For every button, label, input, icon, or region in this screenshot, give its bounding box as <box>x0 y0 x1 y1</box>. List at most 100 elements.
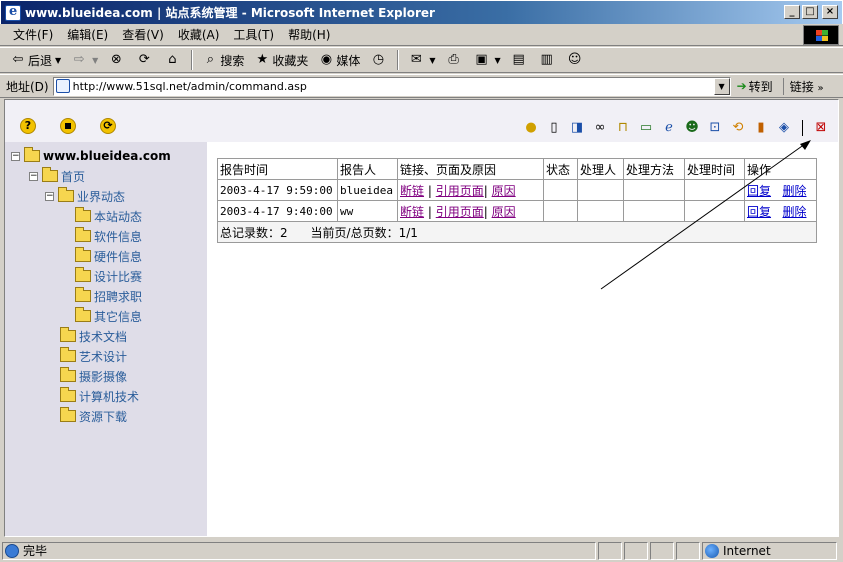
tree-item[interactable]: 其它信息 <box>75 306 142 326</box>
stop-icon[interactable] <box>60 118 76 134</box>
tree-item[interactable]: 艺术设计 <box>60 346 127 366</box>
media-button[interactable]: ◉ 媒体 <box>314 49 364 71</box>
bulb-icon[interactable]: ● <box>522 119 540 136</box>
menu-view[interactable]: 查看(V) <box>115 25 171 45</box>
edit-button[interactable]: ▣ ▼ <box>470 49 505 71</box>
tree-item[interactable]: 计算机技术 <box>60 386 139 406</box>
tree-item[interactable]: 软件信息 <box>75 226 142 246</box>
menu-help[interactable]: 帮助(H) <box>281 25 337 45</box>
print-button[interactable]: ⎙ <box>442 49 468 71</box>
tree-item[interactable]: 设计比赛 <box>75 266 142 286</box>
tree-item-label[interactable]: 硬件信息 <box>94 248 142 265</box>
menu-favorites[interactable]: 收藏(A) <box>171 25 227 45</box>
discuss-button[interactable]: ▤ <box>507 49 533 71</box>
tree-item-label[interactable]: 设计比赛 <box>94 268 142 285</box>
menu-tools[interactable]: 工具(T) <box>226 25 281 45</box>
delete-link[interactable]: 删除 <box>782 205 806 219</box>
tree-item-label[interactable]: 本站动态 <box>94 208 142 225</box>
open-page-icon[interactable]: ◨ <box>568 119 586 136</box>
tree-item[interactable]: 硬件信息 <box>75 246 142 266</box>
tree-item-label[interactable]: 技术文档 <box>79 328 127 345</box>
tree-item[interactable]: 技术文档 <box>60 326 127 346</box>
chevron-down-icon[interactable]: ▼ <box>429 56 435 65</box>
screen-icon[interactable]: ⊡ <box>706 119 724 136</box>
reason-link[interactable]: 原因 <box>492 184 516 198</box>
tree-item-label[interactable]: 艺术设计 <box>79 348 127 365</box>
broken-link[interactable]: 断链 <box>400 205 424 219</box>
address-url[interactable]: http://www.51sql.net/admin/command.asp <box>73 80 307 93</box>
ie-page-icon[interactable]: ℯ <box>660 119 678 136</box>
search-button[interactable]: ⌕ 搜索 <box>198 49 248 71</box>
card-icon[interactable]: ▭ <box>637 119 655 136</box>
column-header: 报告时间 <box>217 158 338 180</box>
links-button[interactable]: 链接 » <box>782 77 824 95</box>
tree-item-label[interactable]: 软件信息 <box>94 228 142 245</box>
chevron-down-icon[interactable]: ▼ <box>55 56 61 65</box>
favorites-label: 收藏夹 <box>272 53 309 68</box>
collapse-icon[interactable]: − <box>29 171 38 181</box>
refresh-icon[interactable]: ⟳ <box>100 118 116 134</box>
tree-item-label[interactable]: 资源下载 <box>79 408 127 425</box>
tree-item[interactable]: 招聘求职 <box>75 286 142 306</box>
research-button[interactable]: ▥ <box>535 49 561 71</box>
discuss-icon: ▤ <box>512 52 525 67</box>
tree-item[interactable]: 资源下载 <box>60 406 127 426</box>
tree-root-label[interactable]: www.blueidea.com <box>43 149 171 163</box>
menu-file[interactable]: 文件(F) <box>6 25 60 45</box>
delete-link[interactable]: 删除 <box>782 184 806 198</box>
tree-item-label[interactable]: 摄影摄像 <box>79 368 127 385</box>
chevron-down-icon[interactable]: ▼ <box>92 56 98 65</box>
help-icon[interactable]: ? <box>20 118 36 134</box>
address-dropdown-button[interactable]: ▼ <box>713 77 730 95</box>
tree-item[interactable]: 本站动态 <box>75 206 142 226</box>
broken-link[interactable]: 断链 <box>400 184 424 198</box>
reason-link[interactable]: 原因 <box>492 205 516 219</box>
lock-icon[interactable]: ⊓ <box>614 119 632 136</box>
shield-icon[interactable]: ◈ <box>775 119 793 136</box>
tree-home-label[interactable]: 首页 <box>61 168 85 185</box>
refresh-button[interactable]: ⟳ <box>132 49 158 71</box>
tree-industry[interactable]: − 业界动态 <box>45 186 125 206</box>
stop-button[interactable]: ⊗ <box>104 49 130 71</box>
go-button[interactable]: ➔ 转到 <box>737 78 773 95</box>
tree-item-label[interactable]: 计算机技术 <box>79 388 139 405</box>
chevron-down-icon[interactable]: ▼ <box>495 56 501 65</box>
collapse-icon[interactable]: − <box>45 191 54 201</box>
close-button[interactable]: × <box>822 5 838 19</box>
tree-item-label[interactable]: 招聘求职 <box>94 288 142 305</box>
tree-root[interactable]: − www.blueidea.com <box>11 146 171 166</box>
tree-item-label[interactable]: 其它信息 <box>94 308 142 325</box>
tree-item[interactable]: 摄影摄像 <box>60 366 127 386</box>
reply-link[interactable]: 回复 <box>747 205 771 219</box>
status-bar: 完毕 Internet <box>0 539 843 562</box>
back-button[interactable]: ⇦ 后退 ▼ <box>6 49 65 71</box>
maximize-button[interactable]: □ <box>802 5 818 19</box>
zone-panel: Internet <box>702 541 837 560</box>
minimize-button[interactable]: _ <box>784 5 800 19</box>
history-button[interactable]: ◷ <box>366 49 392 71</box>
tree-home[interactable]: − 首页 <box>29 166 85 186</box>
home-button[interactable]: ⌂ <box>160 49 186 71</box>
collapse-icon[interactable]: − <box>11 151 20 161</box>
folder-icon <box>75 287 91 302</box>
address-input[interactable]: http://www.51sql.net/admin/command.asp ▼ <box>52 76 731 96</box>
browser-content: ? ⟳ ● ▯ ◨ ∞ ⊓ ▭ ℯ ☻ ⊡ ⟲ ▮ ◈ ⊠ − www.blue… <box>4 99 839 537</box>
user-icon[interactable]: ☻ <box>683 119 701 136</box>
messenger-button[interactable]: ☺ <box>563 49 589 71</box>
referrer-link[interactable]: 引用页面 <box>436 184 484 198</box>
sync-icon[interactable]: ⟲ <box>729 119 747 136</box>
reply-link[interactable]: 回复 <box>747 184 771 198</box>
link-icon[interactable]: ∞ <box>591 119 609 136</box>
menu-edit[interactable]: 编辑(E) <box>60 25 115 45</box>
exit-icon[interactable]: ⊠ <box>812 119 830 136</box>
folder-icon <box>60 387 76 402</box>
forward-arrow-icon: ⇨ <box>73 52 85 67</box>
forward-button[interactable]: ⇨ ▼ <box>67 49 102 71</box>
mail-button[interactable]: ✉ ▼ <box>404 49 439 71</box>
referrer-link[interactable]: 引用页面 <box>436 205 484 219</box>
media-icon: ◉ <box>320 52 333 67</box>
book-icon[interactable]: ▮ <box>752 119 770 136</box>
favorites-button[interactable]: ★ 收藏夹 <box>250 49 312 71</box>
tree-industry-label[interactable]: 业界动态 <box>77 188 125 205</box>
new-page-icon[interactable]: ▯ <box>545 119 563 136</box>
